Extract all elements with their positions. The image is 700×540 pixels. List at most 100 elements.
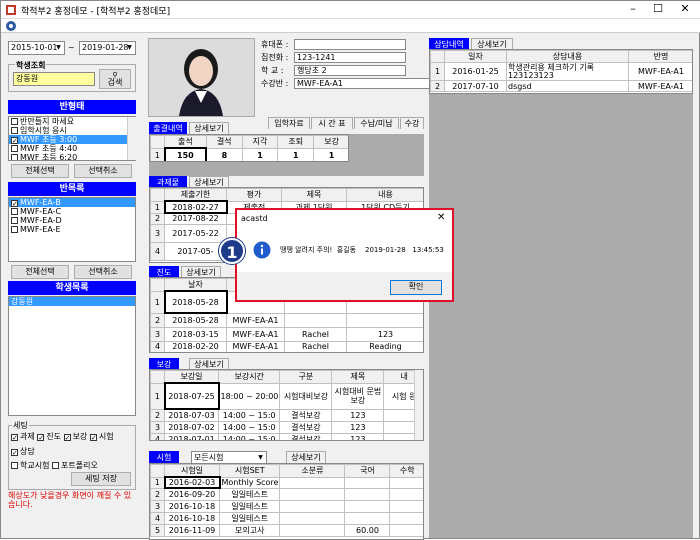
student-list[interactable]: 강동원 [8,296,136,416]
tab-course[interactable]: 수강 [400,117,424,129]
makeup-scrollbar[interactable] [414,370,423,440]
checkbox[interactable] [11,226,18,233]
homework-cell[interactable]: 2017-05- [164,241,227,261]
exam-cell[interactable]: 일일테스트 [218,487,281,501]
class-list-item[interactable]: ✓ MWF-EA-B [9,198,135,208]
progress-cell[interactable]: Rachel [284,326,347,342]
exam-cell[interactable]: 2016-10-18 [164,511,220,525]
app-menu-icon[interactable] [5,20,17,32]
makeup-cell[interactable]: 2018-07-03 [164,408,219,422]
class-type-list[interactable]: 반만들지 마세요 입학시험 응시 ✓ MWF 초등 3:00 MWF 초등 4:4… [8,116,136,161]
class-type-item[interactable]: MWF 초등 4:40 [9,144,135,153]
class-list-select-all-button[interactable]: 전체선택 [11,265,69,279]
makeup-cell[interactable]: 123 [331,420,385,434]
makeup-cell[interactable]: 결석보강 [279,432,333,440]
school-field[interactable]: 행당초 2 [294,65,406,76]
counsel-cell[interactable]: MWF-EA-A1 [628,62,692,81]
exam-cell[interactable] [389,523,423,537]
checkbox[interactable] [11,462,18,469]
class-list[interactable]: ✓ MWF-EA-B MWF-EA-C MWF-EA-D MWF-EA-E [8,197,136,262]
checkbox[interactable]: ✓ [11,449,18,457]
exam-cell[interactable] [389,476,423,489]
ok-button[interactable]: 확인 [390,280,442,295]
progress-cell[interactable]: 123 [346,326,423,342]
makeup-cell[interactable]: 결석보강 [279,420,333,434]
checkbox[interactable]: ✓ [63,434,71,442]
counsel-cell[interactable]: MWF-EA-A1 [628,80,692,92]
setting-progress[interactable]: ✓ 진도 [37,432,61,442]
exam-cell[interactable]: 60.00 [344,523,391,537]
progress-cell[interactable] [284,312,347,328]
exam-cell[interactable]: 2016-09-20 [164,487,220,501]
exam-cell[interactable] [389,499,423,513]
search-button[interactable]: ⚲ 검색 [99,69,131,89]
class-type-item[interactable]: ✓ MWF 초등 3:00 [9,135,135,145]
checkbox[interactable] [11,145,18,152]
setting-school-exam[interactable]: 학교시험 [11,461,49,470]
exam-cell[interactable] [344,499,391,513]
class-list-item[interactable]: MWF-EA-E [9,225,135,234]
tab-timetable[interactable]: 시 간 표 [311,117,353,129]
minimize-button[interactable]: – [621,2,645,16]
checkbox[interactable] [11,217,18,224]
home-phone-field[interactable]: 123-1241 [294,52,406,63]
setting-counsel[interactable]: ✓ 상담 [11,447,35,457]
makeup-cell[interactable]: 18:00 ~ 20:00 [217,382,281,410]
exam-cell[interactable]: 모의고사 [218,523,281,537]
progress-cell[interactable]: MWF-EA-A1 [226,326,285,342]
exam-cell[interactable] [344,511,391,525]
class-type-item[interactable]: 반만들지 마세요 [9,117,135,126]
exam-cell[interactable] [279,499,346,513]
exam-cell[interactable] [344,476,391,489]
phone-field[interactable] [294,39,406,50]
makeup-cell[interactable]: 시험대비보강 [279,382,333,410]
tab-admission[interactable]: 입학자료 [268,117,310,129]
tab-attendance[interactable]: 출결내역 [149,122,187,134]
tab-payment[interactable]: 수납/미납 [354,117,399,129]
counsel-cell[interactable]: 2016-01-25 [444,62,507,81]
checkbox[interactable] [11,154,18,160]
class-list-deselect-button[interactable]: 선택취소 [74,265,132,279]
class-list-item[interactable]: MWF-EA-D [9,216,135,225]
makeup-cell[interactable]: 결석보강 [279,408,333,422]
checkbox[interactable]: ✓ [11,434,18,442]
exam-cell[interactable]: Monthly Score [218,476,281,489]
makeup-cell[interactable]: 2018-07-01 [164,432,219,440]
student-list-item[interactable]: 강동원 [9,297,135,306]
progress-cell[interactable]: MWF-EA-A1 [226,312,285,328]
makeup-cell[interactable]: 시험대비 문법 보강 [331,382,385,410]
settings-save-button[interactable]: 세팅 저장 [71,472,131,486]
makeup-cell[interactable]: 123 [331,432,385,440]
makeup-cell[interactable]: 14:00 ~ 15:0 [217,408,281,422]
checkbox[interactable] [11,127,18,134]
student-search-input[interactable]: 강동원 [13,72,95,86]
setting-homework[interactable]: ✓ 과제 [11,432,35,442]
homework-cell[interactable]: 2018-02-27 [163,200,228,214]
checkbox[interactable]: ✓ [11,137,18,145]
exam-cell[interactable] [389,487,423,501]
counsel-cell[interactable]: 2017-07-10 [444,80,507,92]
tab-exam[interactable]: 시험 [149,451,179,463]
tab-exam-detail[interactable]: 상세보기 [286,451,326,463]
attendance-cell[interactable]: 1 [241,147,279,161]
close-window-button[interactable]: ✕ [673,2,697,16]
makeup-cell[interactable]: 2018-07-02 [164,420,219,434]
homework-cell[interactable]: 2017-05-22 [164,223,227,243]
makeup-cell[interactable]: 14:00 ~ 15:0 [217,420,281,434]
setting-exam[interactable]: ✓ 시험 [89,432,114,442]
checkbox[interactable] [52,462,59,469]
progress-cell[interactable]: MWF-EA-A1 [226,340,285,352]
class-list-item[interactable]: MWF-EA-C [9,207,135,216]
makeup-cell[interactable]: 14:00 ~ 15:0 [217,432,281,440]
attendance-cell[interactable]: 1 [277,147,315,161]
attendance-cell[interactable]: 1 [313,147,348,161]
counsel-cell[interactable]: dsgsd [506,80,629,92]
class-type-select-all-button[interactable]: 전체선택 [11,164,69,178]
date-to-picker[interactable]: 2019-01-28 ▼ [79,41,136,55]
exam-cell[interactable] [279,511,346,525]
progress-cell[interactable]: 2018-05-28 [163,290,228,314]
chevron-down-icon[interactable]: ▼ [125,43,134,53]
checkbox[interactable] [11,118,18,125]
maximize-button[interactable]: ☐ [646,2,670,16]
chevron-down-icon[interactable]: ▼ [256,453,265,463]
